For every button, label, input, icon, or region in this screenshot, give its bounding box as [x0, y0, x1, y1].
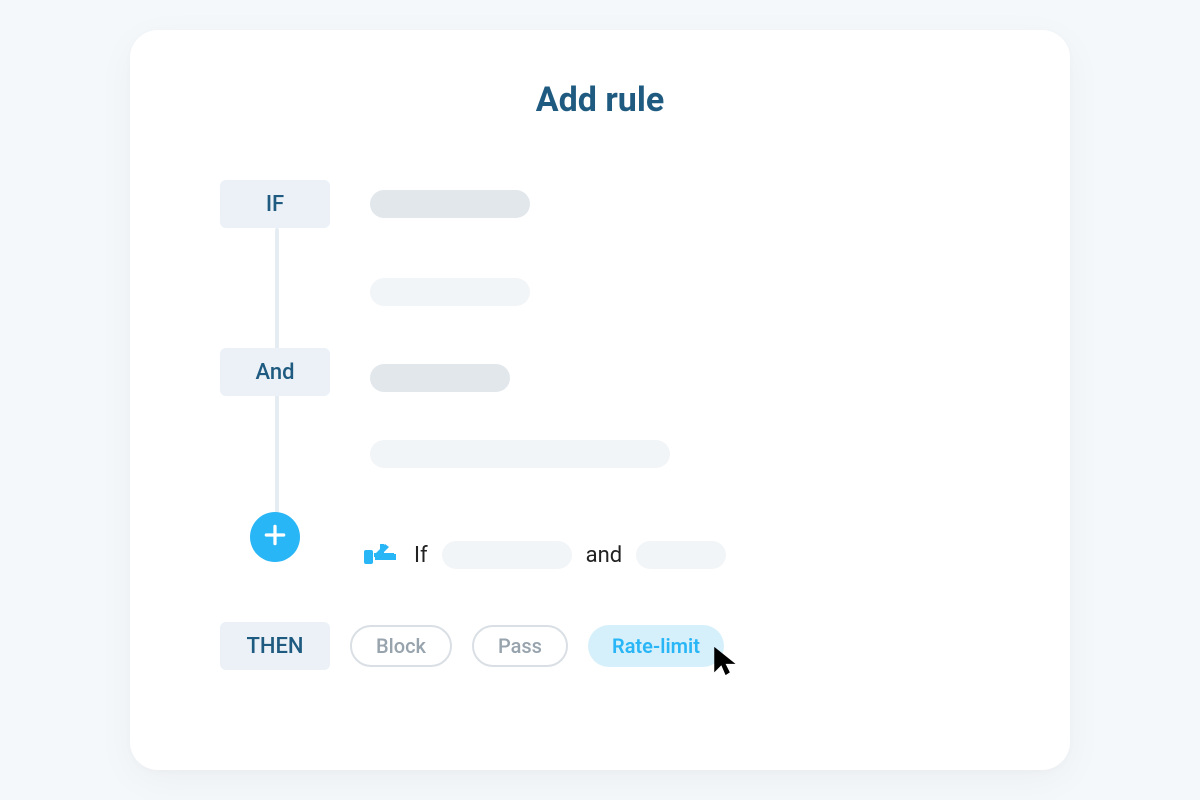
- action-pass-button[interactable]: Pass: [472, 625, 568, 667]
- condition-value-placeholder[interactable]: [370, 278, 530, 306]
- summary-if-label: If: [414, 543, 428, 568]
- summary-placeholder: [442, 541, 572, 569]
- condition-field-placeholder[interactable]: [370, 364, 510, 392]
- then-badge: THEN: [220, 622, 330, 670]
- condition-row: [370, 354, 980, 392]
- add-rule-card: Add rule IF And: [130, 30, 1070, 770]
- and-badge: And: [220, 348, 330, 396]
- condition-field-placeholder[interactable]: [370, 190, 530, 218]
- condition-row: [370, 180, 980, 218]
- summary-and-label: and: [586, 543, 623, 568]
- pointing-hand-icon: [360, 538, 400, 572]
- action-rate-limit-button[interactable]: Rate-limit: [588, 625, 724, 667]
- rule-summary: If and: [360, 538, 980, 572]
- if-badge: IF: [220, 180, 330, 228]
- condition-row: [370, 440, 980, 468]
- condition-row: [370, 278, 980, 306]
- conditions-area: IF And: [220, 180, 980, 572]
- add-condition-button[interactable]: [250, 512, 300, 562]
- summary-placeholder: [636, 541, 726, 569]
- then-row: THEN Block Pass Rate-limit: [220, 622, 980, 670]
- action-block-button[interactable]: Block: [350, 625, 452, 667]
- card-title: Add rule: [220, 80, 980, 120]
- condition-value-placeholder[interactable]: [370, 440, 670, 468]
- plus-icon: [262, 522, 288, 552]
